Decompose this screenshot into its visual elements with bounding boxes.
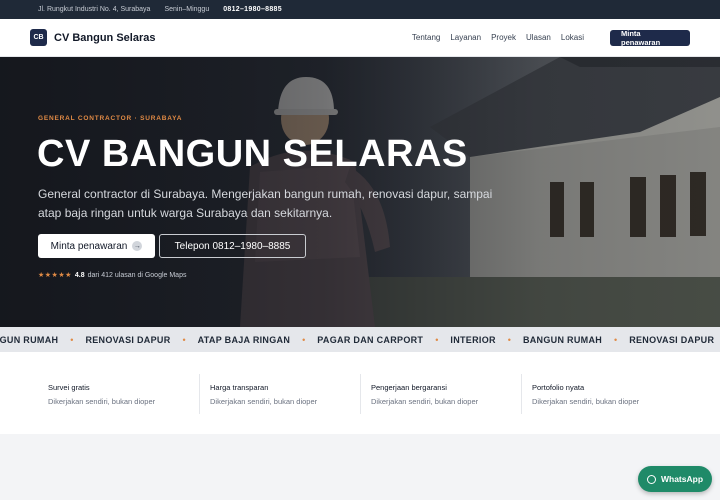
feature-desc: Dikerjakan sendiri, bukan dioper [532, 397, 640, 406]
hero-eyebrow: GENERAL CONTRACTOR · SURABAYA [38, 115, 183, 122]
hero-subtitle: General contractor di Surabaya. Mengerja… [38, 187, 493, 220]
feature-desc: Dikerjakan sendiri, bukan dioper [210, 397, 318, 406]
hero-quote-button[interactable]: Minta penawaran → [38, 234, 155, 258]
whatsapp-label: WhatsApp [660, 474, 704, 484]
google-rating: ★★★★★ 4.8 dari 412 ulasan di Google Maps [38, 271, 187, 280]
feature-item: Survei gratis Dikerjakan sendiri, bukan … [38, 374, 199, 414]
star-rating-icon: ★★★★★ [38, 272, 72, 279]
marquee-item: RENOVASI DAPUR [85, 334, 171, 345]
top-info-bar: Jl. Rungkut Industri No. 4, Surabaya Sen… [0, 0, 720, 19]
nav-link-lokasi[interactable]: Lokasi [561, 33, 584, 42]
brand-name: CV Bangun Selaras [54, 31, 156, 44]
hero-section: GENERAL CONTRACTOR · SURABAYA CV BANGUN … [0, 57, 720, 327]
arrow-right-icon: → [132, 241, 143, 251]
marquee-item: PAGAR DAN CARPORT [317, 334, 424, 345]
dot-separator-icon: • [70, 334, 74, 345]
feature-title: Survei gratis [48, 383, 90, 392]
feature-item: Harga transparan Dikerjakan sendiri, buk… [199, 374, 360, 414]
marquee-item: INTERIOR [450, 334, 496, 345]
nav-link-layanan[interactable]: Layanan [450, 33, 481, 42]
hero-call-button[interactable]: Telepon 0812–1980–8885 [159, 234, 306, 258]
whatsapp-icon [646, 474, 656, 484]
nav-link-proyek[interactable]: Proyek [491, 33, 516, 42]
marquee-item: ANGUN RUMAH [0, 334, 59, 345]
logo-mark: CB [30, 29, 47, 46]
feature-title: Pengerjaan bergaransi [371, 383, 447, 392]
nav-link-tentang[interactable]: Tentang [412, 33, 440, 42]
dot-separator-icon: • [302, 334, 306, 345]
logo[interactable]: CB CV Bangun Selaras [30, 29, 155, 46]
marquee-track: ANGUN RUMAH • RENOVASI DAPUR • ATAP BAJA… [0, 335, 714, 345]
dot-separator-icon: • [182, 334, 186, 345]
marquee-item: BANGUN RUMAH [522, 334, 603, 345]
address-text: Jl. Rungkut Industri No. 4, Surabaya [38, 6, 151, 13]
dot-separator-icon: • [614, 334, 618, 345]
features-strip: Survei gratis Dikerjakan sendiri, bukan … [0, 352, 720, 434]
nav-quote-button[interactable]: Minta penawaran [610, 29, 690, 47]
feature-desc: Dikerjakan sendiri, bukan dioper [48, 397, 156, 406]
feature-title: Harga transparan [210, 383, 269, 392]
services-marquee: ANGUN RUMAH • RENOVASI DAPUR • ATAP BAJA… [0, 327, 720, 352]
marquee-item: ATAP BAJA RINGAN [197, 334, 291, 345]
hours-text: Senin–Minggu [164, 6, 210, 13]
hero-title: CV BANGUN SELARAS [37, 133, 468, 175]
feature-item: Pengerjaan bergaransi Dikerjakan sendiri… [360, 374, 521, 414]
rating-score: 4.8 [74, 271, 85, 279]
hero-quote-label: Minta penawaran [50, 240, 128, 252]
nav-link-ulasan[interactable]: Ulasan [526, 33, 551, 42]
whatsapp-button[interactable]: WhatsApp [638, 466, 712, 492]
dot-separator-icon: • [507, 334, 511, 345]
phone-link[interactable]: 0812–1980–8885 [223, 6, 282, 13]
feature-item: Portofolio nyata Dikerjakan sendiri, buk… [521, 374, 682, 414]
main-navbar: CB CV Bangun Selaras Tentang Layanan Pro… [0, 19, 720, 57]
marquee-item: RENOVASI DAPUR [629, 334, 715, 345]
rating-text: dari 412 ulasan di Google Maps [87, 271, 187, 279]
dot-separator-icon: • [435, 334, 439, 345]
feature-desc: Dikerjakan sendiri, bukan dioper [371, 397, 479, 406]
nav-links: Tentang Layanan Proyek Ulasan Lokasi Min… [412, 29, 690, 47]
feature-title: Portofolio nyata [532, 383, 585, 392]
